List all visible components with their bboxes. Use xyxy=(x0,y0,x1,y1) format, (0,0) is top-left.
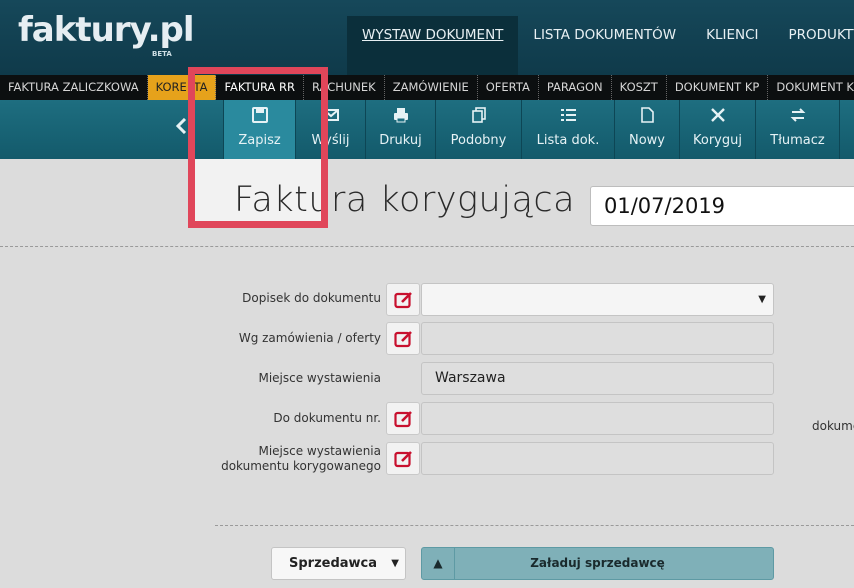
edit-icon xyxy=(394,451,412,468)
logo[interactable]: faktury.pl BETA xyxy=(18,10,195,58)
tools-icon xyxy=(680,106,755,128)
beta-badge: BETA xyxy=(152,50,172,58)
order-label: Wg zamówienia / oferty xyxy=(238,331,381,345)
print-button[interactable]: Drukuj xyxy=(365,100,435,159)
highlight-frame xyxy=(188,67,328,228)
printer-icon xyxy=(366,106,435,128)
seller-select[interactable]: Sprzedawca ▼ xyxy=(271,547,406,580)
note-label: Dopisek do dokumentu xyxy=(242,291,381,305)
divider xyxy=(0,246,854,247)
ref-place-label-line2: dokumentu korygowanego xyxy=(221,459,381,473)
new-label: Nowy xyxy=(628,133,665,148)
note-edit-button[interactable] xyxy=(386,283,420,316)
nav-klienci[interactable]: KLIENCI xyxy=(691,16,773,75)
order-field[interactable] xyxy=(421,322,774,355)
print-label: Drukuj xyxy=(379,133,422,148)
tab-koszt[interactable]: KOSZT xyxy=(612,75,667,100)
correct-label: Koryguj xyxy=(693,133,742,148)
chevron-down-icon: ▼ xyxy=(391,558,399,569)
ref-place-label: Miejsce wystawienia dokumentu korygowane… xyxy=(221,444,381,474)
copy-icon xyxy=(436,106,521,128)
nav-wystaw-dokument[interactable]: WYSTAW DOKUMENT xyxy=(347,16,519,75)
main-nav: WYSTAW DOKUMENT LISTA DOKUMENTÓW KLIENCI… xyxy=(347,16,854,75)
tab-zamowienie[interactable]: ZAMÓWIENIE xyxy=(385,75,478,100)
load-seller-button[interactable]: ▲ Załaduj sprzedawcę xyxy=(421,547,774,580)
side-note: dokume xyxy=(812,419,854,433)
tab-dokument-kp[interactable]: DOKUMENT KP xyxy=(667,75,769,100)
ref-doc-label: Do dokumentu nr. xyxy=(273,411,381,425)
tab-dokument-kw[interactable]: DOKUMENT KW xyxy=(768,75,854,100)
top-header: faktury.pl BETA WYSTAW DOKUMENT LISTA DO… xyxy=(0,0,854,75)
note-select[interactable]: ▼ xyxy=(421,283,774,316)
edit-icon xyxy=(394,292,412,309)
seller-select-value: Sprzedawca xyxy=(289,556,378,571)
new-document-icon xyxy=(615,106,679,128)
document-type-tabs: FAKTURA ZALICZKOWA KOREKTA FAKTURA RR RA… xyxy=(0,75,854,100)
tab-oferta[interactable]: OFERTA xyxy=(478,75,539,100)
new-button[interactable]: Nowy xyxy=(614,100,679,159)
ref-doc-field[interactable] xyxy=(421,402,774,435)
ref-doc-edit-button[interactable] xyxy=(386,402,420,435)
logo-text: faktury.pl xyxy=(18,10,195,50)
similar-label: Podobny xyxy=(450,133,507,148)
load-seller-label: Załaduj sprzedawcę xyxy=(530,556,665,570)
document-list-label: Lista dok. xyxy=(536,133,600,148)
document-number-input[interactable]: 01/07/2019 xyxy=(590,186,854,226)
place-field[interactable]: Warszawa xyxy=(421,362,774,395)
action-toolbar: Zapisz Wyślij Drukuj Podobny Lista dok. … xyxy=(0,100,854,159)
translate-button[interactable]: Tłumacz xyxy=(755,100,840,159)
correct-button[interactable]: Koryguj xyxy=(679,100,755,159)
document-list-button[interactable]: Lista dok. xyxy=(521,100,614,159)
tab-faktura-zaliczkowa[interactable]: FAKTURA ZALICZKOWA xyxy=(0,75,148,100)
chevron-down-icon: ▼ xyxy=(758,294,766,305)
place-label: Miejsce wystawienia xyxy=(258,371,381,385)
nav-produkty[interactable]: PRODUKTY xyxy=(774,16,854,75)
ref-place-field[interactable] xyxy=(421,442,774,475)
edit-icon xyxy=(394,331,412,348)
arrow-up-icon: ▲ xyxy=(422,548,455,579)
list-icon xyxy=(522,106,614,128)
swap-icon xyxy=(756,106,839,128)
order-edit-button[interactable] xyxy=(386,322,420,355)
translate-label: Tłumacz xyxy=(770,133,825,148)
ref-place-label-line1: Miejsce wystawienia xyxy=(258,444,381,458)
edit-icon xyxy=(394,411,412,428)
similar-button[interactable]: Podobny xyxy=(435,100,521,159)
ref-place-edit-button[interactable] xyxy=(386,442,420,475)
tab-paragon[interactable]: PARAGON xyxy=(539,75,612,100)
divider xyxy=(215,525,854,526)
nav-lista-dokumentow[interactable]: LISTA DOKUMENTÓW xyxy=(518,16,691,75)
